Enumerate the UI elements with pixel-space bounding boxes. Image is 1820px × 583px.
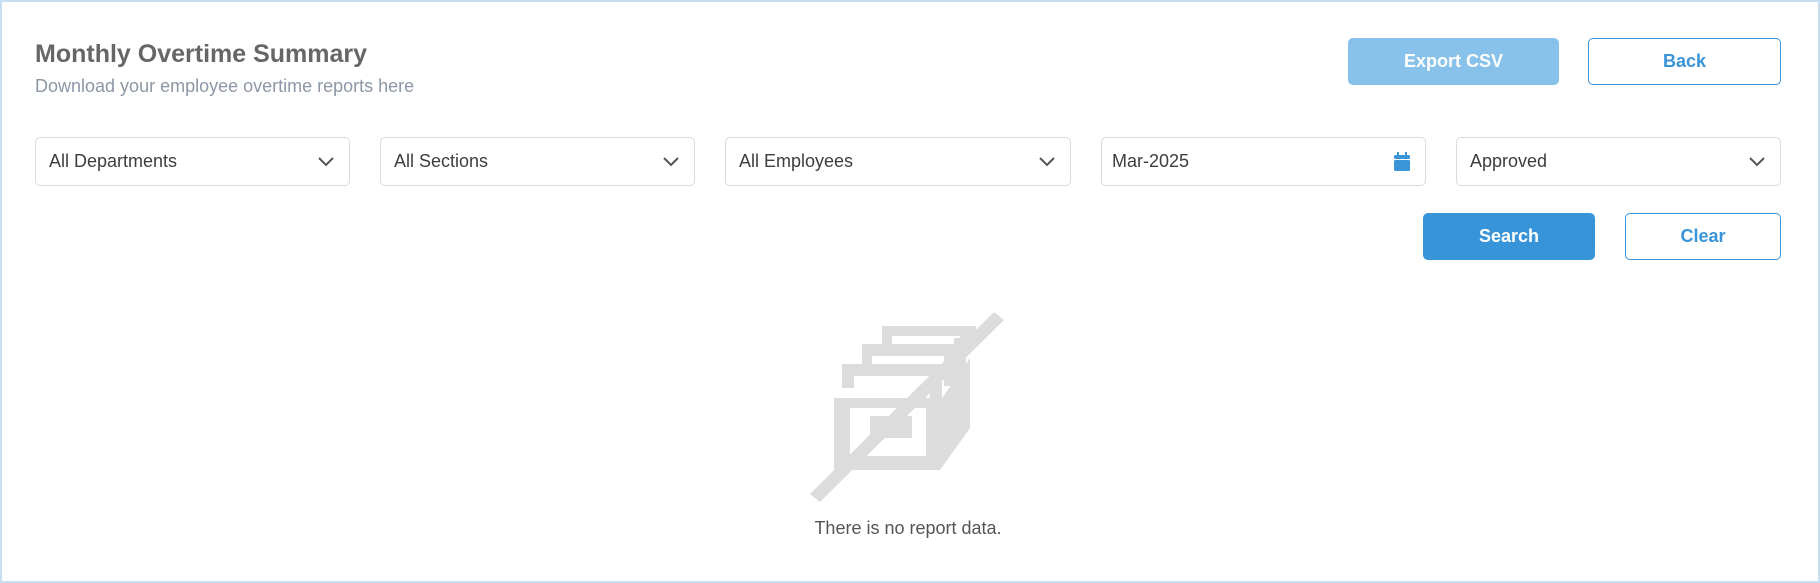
chevron-down-icon <box>663 156 679 166</box>
empty-box-icon <box>810 312 1004 502</box>
status-select[interactable]: Approved <box>1456 137 1781 186</box>
status-select-value: Approved <box>1470 151 1548 171</box>
search-button[interactable]: Search <box>1423 213 1595 260</box>
department-select[interactable]: All Departments <box>35 137 350 186</box>
employee-select[interactable]: All Employees <box>725 137 1071 186</box>
section-select-value: All Sections <box>394 151 489 171</box>
chevron-down-icon <box>1039 156 1055 166</box>
back-button[interactable]: Back <box>1588 38 1781 85</box>
calendar-icon[interactable] <box>1393 151 1411 172</box>
clear-button[interactable]: Clear <box>1625 213 1781 260</box>
employee-select-value: All Employees <box>739 151 854 171</box>
page-title: Monthly Overtime Summary <box>35 40 368 68</box>
chevron-down-icon <box>1749 156 1765 166</box>
month-picker[interactable]: Mar-2025 <box>1101 137 1426 186</box>
month-picker-value: Mar-2025 <box>1112 151 1190 171</box>
department-select-value: All Departments <box>49 151 178 171</box>
report-panel: Monthly Overtime Summary Download your e… <box>0 0 1820 583</box>
page-subtitle: Download your employee overtime reports … <box>35 76 415 96</box>
section-select[interactable]: All Sections <box>380 137 695 186</box>
chevron-down-icon <box>318 156 334 166</box>
empty-state-message: There is no report data. <box>814 518 1002 538</box>
export-csv-button[interactable]: Export CSV <box>1348 38 1559 85</box>
